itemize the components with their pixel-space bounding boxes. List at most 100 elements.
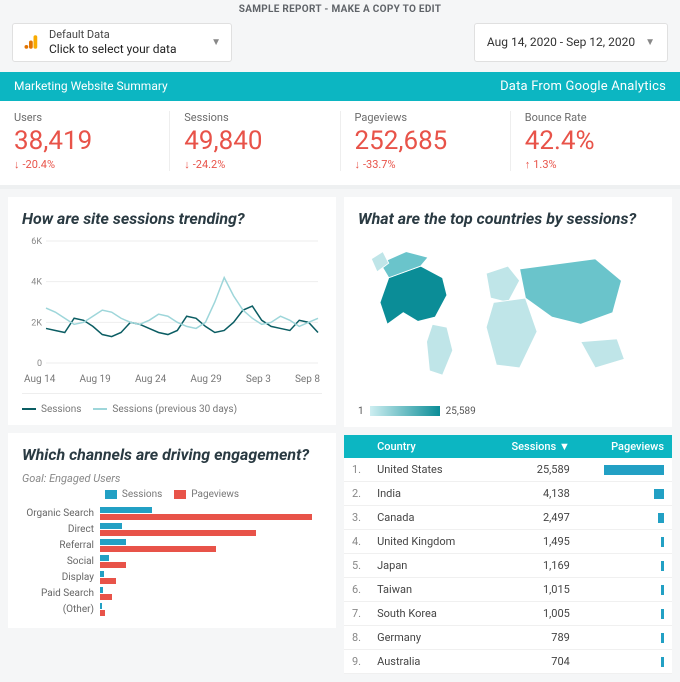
chevron-down-icon: ▼ (211, 37, 221, 48)
cell-sessions: 1,169 (486, 553, 578, 577)
channel-label: Referral (22, 540, 100, 551)
cell-pageviews-bar (578, 601, 672, 625)
kpi-row: Users 38,419 -20.4%Sessions 49,840 -24.2… (0, 101, 680, 190)
summary-source: Data From Google Analytics (500, 79, 666, 94)
cell-country: United Kingdom (369, 529, 486, 553)
channel-row: (Other) (22, 602, 322, 618)
cell-sessions: 25,589 (486, 458, 578, 482)
kpi-value: 49,840 (184, 127, 325, 156)
cell-pageviews-bar (578, 577, 672, 601)
table-row[interactable]: 9. Australia 704 (344, 649, 672, 673)
channel-label: (Other) (22, 604, 100, 615)
channel-label: Organic Search (22, 508, 100, 519)
kpi-delta: 1.3% (525, 158, 666, 171)
cell-pageviews-bar (578, 649, 672, 673)
channel-row: Social (22, 554, 322, 570)
channels-title: Which channels are driving engagement? (22, 445, 322, 464)
kpi-label: Users (14, 111, 155, 124)
table-row[interactable]: 6. Taiwan 1,015 (344, 577, 672, 601)
svg-text:4K: 4K (31, 277, 42, 287)
th-sessions[interactable]: Sessions ▼ (486, 435, 578, 458)
kpi-label: Pageviews (355, 111, 496, 124)
sort-desc-icon: ▼ (559, 440, 570, 453)
cell-pageviews-bar (578, 529, 672, 553)
table-row[interactable]: 3. Canada 2,497 (344, 505, 672, 529)
chevron-down-icon: ▼ (645, 37, 655, 48)
cell-sessions: 704 (486, 649, 578, 673)
channel-label: Direct (22, 524, 100, 535)
kpi-sessions[interactable]: Sessions 49,840 -24.2% (169, 111, 339, 172)
cell-country: South Korea (369, 601, 486, 625)
channel-label: Social (22, 556, 100, 567)
kpi-delta: -33.7% (355, 158, 496, 171)
kpi-label: Bounce Rate (525, 111, 666, 124)
channel-row: Display (22, 570, 322, 586)
cell-country: India (369, 481, 486, 505)
table-row[interactable]: 7. South Korea 1,005 (344, 601, 672, 625)
kpi-bounce-rate[interactable]: Bounce Rate 42.4% 1.3% (510, 111, 680, 172)
kpi-users[interactable]: Users 38,419 -20.4% (0, 111, 169, 172)
channels-chart[interactable]: Organic Search Direct Referral Social Di… (22, 506, 322, 618)
legend-sessions-ch: Sessions (105, 489, 162, 500)
kpi-pageviews[interactable]: Pageviews 252,685 -33.7% (340, 111, 510, 172)
cell-sessions: 1,005 (486, 601, 578, 625)
cell-country: United States (369, 458, 486, 482)
map-scale-legend: 1 25,589 (358, 406, 658, 417)
google-analytics-icon (23, 33, 41, 51)
summary-bar: Marketing Website Summary Data From Goog… (0, 72, 680, 101)
sessions-trend-chart[interactable]: 02K4K6K Aug 14Aug 19Aug 24Aug 29Sep 3Sep… (22, 237, 322, 385)
countries-card: What are the top countries by sessions? … (344, 197, 672, 426)
table-row[interactable]: 5. Japan 1,169 (344, 553, 672, 577)
channel-label: Paid Search (22, 588, 100, 599)
cell-country: Germany (369, 625, 486, 649)
svg-text:2K: 2K (31, 318, 42, 328)
legend-sessions-prev: Sessions (previous 30 days) (93, 404, 237, 415)
svg-text:6K: 6K (31, 237, 42, 247)
cell-sessions: 789 (486, 625, 578, 649)
table-row[interactable]: 2. India 4,138 (344, 481, 672, 505)
cell-pageviews-bar (578, 625, 672, 649)
sessions-trend-card: How are site sessions trending? 02K4K6K … (8, 197, 336, 424)
kpi-value: 38,419 (14, 127, 155, 156)
channel-row: Referral (22, 538, 322, 554)
cell-pageviews-bar (578, 481, 672, 505)
cell-country: Taiwan (369, 577, 486, 601)
th-country[interactable]: Country (369, 435, 486, 458)
channels-card: Which channels are driving engagement? G… (8, 433, 336, 628)
cell-country: Australia (369, 649, 486, 673)
cell-sessions: 2,497 (486, 505, 578, 529)
date-range-picker[interactable]: Aug 14, 2020 - Sep 12, 2020 ▼ (474, 23, 668, 62)
kpi-value: 252,685 (355, 127, 496, 156)
legend-pageviews-ch: Pageviews (174, 489, 239, 500)
cell-sessions: 1,015 (486, 577, 578, 601)
cell-pageviews-bar (578, 553, 672, 577)
data-source-hint: Click to select your data (49, 42, 176, 57)
table-row[interactable]: 1. United States 25,589 (344, 458, 672, 482)
cell-sessions: 4,138 (486, 481, 578, 505)
cell-country: Canada (369, 505, 486, 529)
table-row[interactable]: 4. United Kingdom 1,495 (344, 529, 672, 553)
world-map[interactable] (358, 237, 658, 397)
channel-row: Organic Search (22, 506, 322, 522)
kpi-delta: -20.4% (14, 158, 155, 171)
gradient-swatch (370, 406, 440, 416)
country-table[interactable]: Country Sessions ▼ Pageviews 1. United S… (344, 435, 672, 674)
date-range-label: Aug 14, 2020 - Sep 12, 2020 (487, 35, 635, 49)
cell-sessions: 1,495 (486, 529, 578, 553)
country-table-card: Country Sessions ▼ Pageviews 1. United S… (344, 435, 672, 674)
data-source-name: Default Data (49, 28, 176, 42)
cell-country: Japan (369, 553, 486, 577)
summary-title: Marketing Website Summary (14, 79, 168, 94)
channel-row: Direct (22, 522, 322, 538)
sample-report-banner: SAMPLE REPORT - MAKE A COPY TO EDIT (0, 0, 680, 19)
channels-goal: Goal: Engaged Users (22, 472, 322, 485)
table-row[interactable]: 8. Germany 789 (344, 625, 672, 649)
cell-pageviews-bar (578, 505, 672, 529)
legend-sessions: Sessions (22, 404, 81, 415)
kpi-value: 42.4% (525, 127, 666, 156)
th-pageviews[interactable]: Pageviews (578, 435, 672, 458)
channel-label: Display (22, 572, 100, 583)
countries-title: What are the top countries by sessions? (358, 209, 658, 228)
data-source-selector[interactable]: Default Data Click to select your data ▼ (12, 23, 232, 62)
toolbar: Default Data Click to select your data ▼… (0, 19, 680, 72)
